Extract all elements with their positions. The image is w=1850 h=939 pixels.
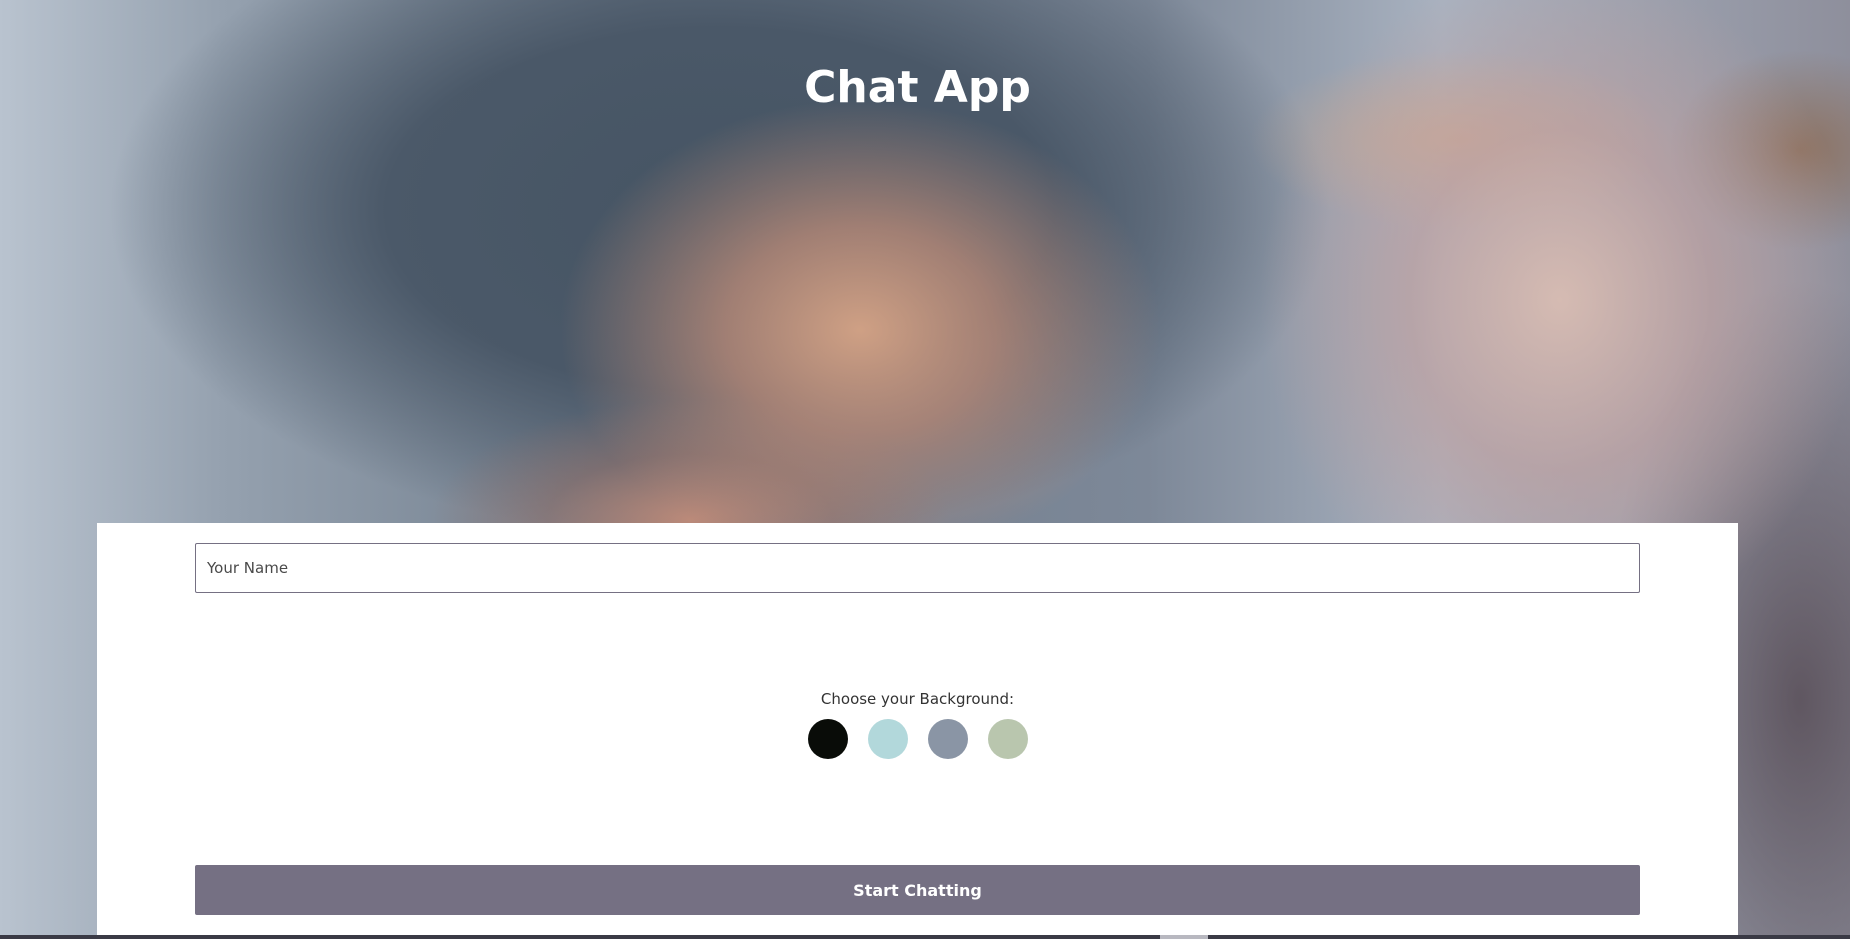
background-choice-label: Choose your Background: [820, 690, 1015, 708]
bottom-strip [0, 935, 1850, 939]
color-swatch-black[interactable] [808, 719, 848, 759]
app-title: Chat App [804, 62, 1031, 113]
color-swatch-sage-green[interactable] [988, 719, 1028, 759]
bottom-strip-accent [1160, 935, 1208, 939]
color-swatch-slate-grey[interactable] [928, 719, 968, 759]
start-chatting-button[interactable]: Start Chatting [195, 865, 1640, 915]
start-screen: Chat App Choose your Background: Start C… [0, 0, 1850, 939]
name-input[interactable] [195, 543, 1640, 593]
start-form-card: Choose your Background: Start Chatting [97, 523, 1738, 935]
color-swatch-light-teal[interactable] [868, 719, 908, 759]
background-color-options [97, 719, 1738, 761]
